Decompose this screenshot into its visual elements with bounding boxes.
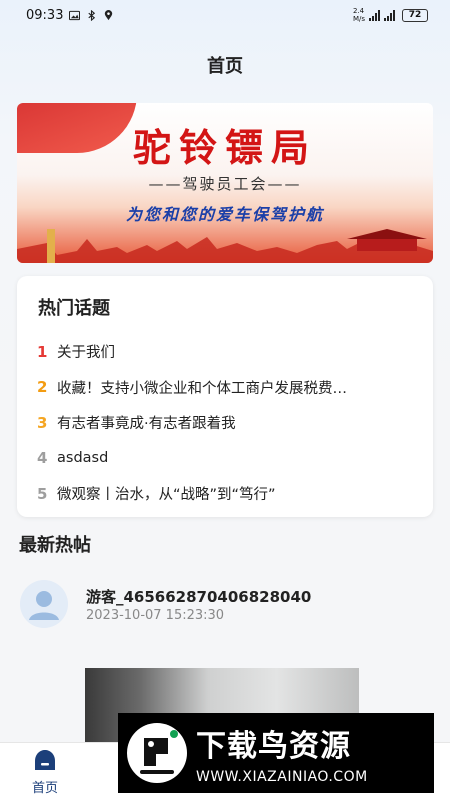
gallery-icon [69, 10, 81, 20]
nav-home-tab[interactable]: 首页 [16, 749, 74, 796]
watermark-url: WWW.XIAZAINIAO.COM [196, 769, 368, 785]
topic-rank: 2 [37, 378, 48, 397]
topic-text: asdasd [57, 450, 109, 467]
banner-subtitle: ——驾驶员工会—— [148, 175, 302, 193]
topic-item[interactable]: 3 有志者事竟成·有志者跟着我 [17, 405, 433, 441]
home-icon [35, 750, 55, 770]
signal-icon [369, 9, 380, 21]
avatar[interactable] [20, 580, 68, 628]
watermark: 下载鸟资源 WWW.XIAZAINIAO.COM [118, 713, 434, 793]
battery-icon: 72 [402, 8, 428, 22]
post-header[interactable]: 游客_465662870406828040 2023-10-07 15:23:3… [20, 578, 430, 628]
topic-item[interactable]: 4 asdasd [17, 441, 433, 477]
hot-topics-card: 热门话题 1 关于我们 2 收藏！支持小微企业和个体工商户发展税费… 3 有志者… [17, 276, 433, 517]
topic-text: 关于我们 [57, 345, 115, 362]
latest-posts-title: 最新热帖 [19, 535, 91, 556]
status-time: 09:33 [26, 7, 64, 23]
topic-text: 有志者事竟成·有志者跟着我 [57, 416, 236, 433]
topic-rank: 5 [37, 484, 48, 503]
watermark-title: 下载鸟资源 [196, 729, 351, 764]
topic-item[interactable]: 1 关于我们 [17, 334, 433, 370]
banner-title: 驼铃镖局 [132, 125, 317, 170]
net-speed: 2.4 M/s [352, 7, 365, 23]
page-title: 首页 [207, 56, 243, 77]
topic-text: 微观察丨治水，从“战略”到“笃行” [57, 487, 276, 504]
banner[interactable]: 驼铃镖局 ——驾驶员工会—— 为您和您的爱车保驾护航 [17, 103, 433, 263]
signal-icon [384, 9, 395, 21]
bluetooth-icon [88, 9, 96, 21]
topic-item[interactable]: 2 收藏！支持小微企业和个体工商户发展税费… [17, 370, 433, 406]
post-author[interactable]: 游客_465662870406828040 [86, 586, 311, 607]
user-icon [20, 580, 68, 628]
status-bar: 09:33 2.4 M/s 72 [0, 0, 450, 30]
location-icon [105, 9, 113, 20]
topic-rank: 3 [37, 413, 48, 432]
topic-rank: 1 [37, 342, 48, 361]
hot-topics-list: 1 关于我们 2 收藏！支持小微企业和个体工商户发展税费… 3 有志者事竟成·有… [17, 334, 433, 512]
topic-item[interactable]: 5 微观察丨治水，从“战略”到“笃行” [17, 476, 433, 512]
nav-home-label: 首页 [31, 781, 58, 796]
bird-logo-icon [127, 723, 187, 783]
city-skyline [17, 229, 433, 263]
hot-topics-title: 热门话题 [38, 298, 110, 319]
topic-text: 收藏！支持小微企业和个体工商户发展税费… [57, 380, 347, 397]
banner-slogan: 为您和您的爱车保驾护航 [125, 205, 324, 224]
topic-rank: 4 [37, 449, 48, 468]
post-time: 2023-10-07 15:23:30 [86, 608, 225, 623]
